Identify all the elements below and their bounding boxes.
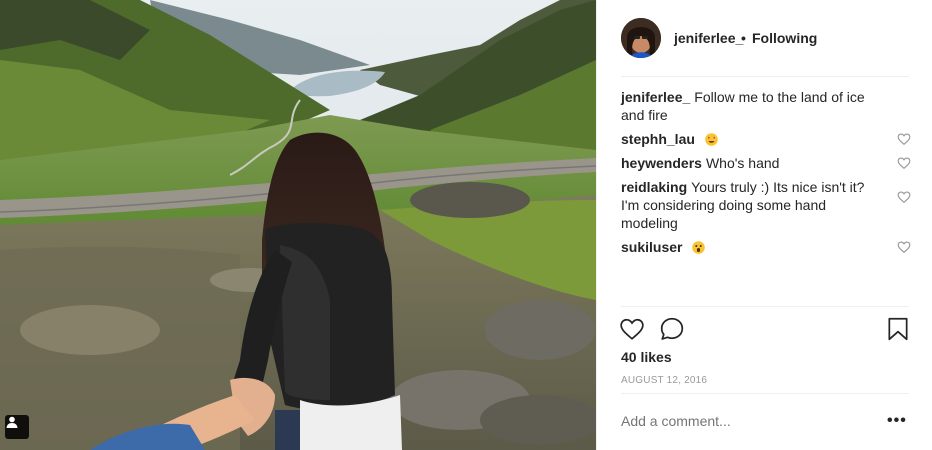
likes-count[interactable]: 40 likes [621,349,672,365]
comment-like-heart-icon[interactable] [897,132,911,146]
list-item: heywenders Who's hand [621,154,911,172]
list-item: sukiluser [621,238,911,256]
landscape-image [0,0,596,450]
actions-divider [621,306,909,307]
comment-username[interactable]: reidlaking [621,179,687,195]
smiling-face-heart-eyes-icon [704,132,718,146]
post-details-panel: jeniferlee_ • Following jeniferlee_ Follo… [596,0,932,450]
comment-username[interactable]: sukiluser [621,239,682,255]
comments-list: jeniferlee_ Follow me to the land of ice … [621,88,911,262]
comment-divider [621,393,909,394]
list-item: reidlaking Yours truly :) Its nice isn't … [621,178,911,232]
comment-username[interactable]: heywenders [621,155,702,171]
post-author-username[interactable]: jeniferlee_ [674,30,743,46]
comment-like-heart-icon[interactable] [897,156,911,170]
post-date[interactable]: AUGUST 12, 2016 [621,375,707,386]
add-comment-input[interactable] [621,413,861,429]
screaming-face-icon [692,240,706,254]
comment-like-heart-icon[interactable] [897,240,911,254]
comment-text: Who's hand [705,155,780,171]
bookmark-icon[interactable] [885,316,911,342]
following-button[interactable]: Following [752,30,817,46]
separator-dot: • [741,30,746,46]
post-photo[interactable] [0,0,596,450]
avatar[interactable] [621,18,661,58]
caption: jeniferlee_ Follow me to the land of ice … [621,88,911,124]
more-options-icon[interactable]: ••• [887,412,907,430]
comment-username[interactable]: stephh_lau [621,131,695,147]
caption-username[interactable]: jeniferlee_ [621,89,690,105]
tagged-user-badge[interactable] [5,415,29,439]
comment-like-heart-icon[interactable] [897,190,911,204]
list-item: stephh_lau [621,130,911,148]
comment-icon[interactable] [659,316,685,342]
tag-user-icon [6,416,18,428]
avatar-photo [621,18,661,58]
like-heart-icon[interactable] [619,316,645,342]
header-divider [621,76,909,77]
